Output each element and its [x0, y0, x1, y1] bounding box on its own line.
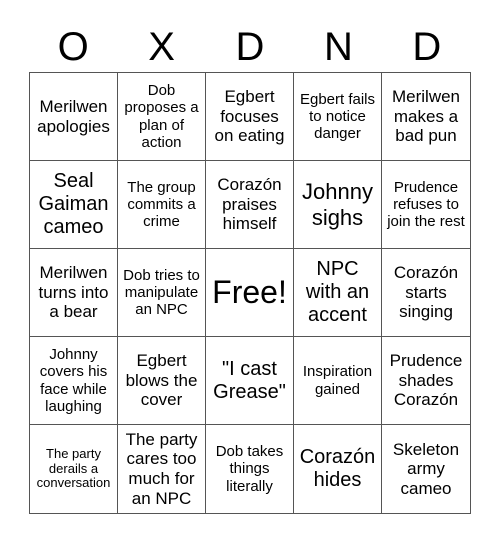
bingo-cell[interactable]: Merilwen turns into a bear — [30, 249, 118, 337]
bingo-board: Merilwen apologies Dob proposes a plan o… — [29, 72, 471, 514]
free-space-cell[interactable]: Free! — [206, 249, 294, 337]
bingo-cell[interactable]: Merilwen makes a bad pun — [382, 73, 470, 161]
bingo-cell[interactable]: The party cares too much for an NPC — [118, 425, 206, 513]
bingo-cell[interactable]: Seal Gaiman cameo — [30, 161, 118, 249]
bingo-header: O X D N D — [29, 22, 471, 72]
bingo-cell[interactable]: Corazón starts singing — [382, 249, 470, 337]
bingo-cell[interactable]: Corazón praises himself — [206, 161, 294, 249]
bingo-cell[interactable]: Egbert fails to notice danger — [294, 73, 382, 161]
bingo-cell[interactable]: NPC with an accent — [294, 249, 382, 337]
header-letter-x: X — [148, 25, 175, 69]
bingo-cell[interactable]: The group commits a crime — [118, 161, 206, 249]
bingo-cell[interactable]: Corazón hides — [294, 425, 382, 513]
bingo-cell[interactable]: Inspiration gained — [294, 337, 382, 425]
bingo-cell[interactable]: Dob takes things literally — [206, 425, 294, 513]
header-letter-d-2: D — [412, 25, 442, 69]
header-letter-o: O — [57, 25, 89, 69]
bingo-cell[interactable]: Prudence shades Corazón — [382, 337, 470, 425]
bingo-cell[interactable]: Dob proposes a plan of action — [118, 73, 206, 161]
header-letter-n: N — [323, 25, 353, 69]
bingo-cell[interactable]: The party derails a conversation — [30, 425, 118, 513]
bingo-cell[interactable]: Dob tries to manipulate an NPC — [118, 249, 206, 337]
bingo-cell[interactable]: Johnny sighs — [294, 161, 382, 249]
bingo-cell[interactable]: Prudence refuses to join the rest — [382, 161, 470, 249]
header-letter-d: D — [235, 25, 265, 69]
bingo-cell[interactable]: Merilwen apologies — [30, 73, 118, 161]
bingo-cell[interactable]: "I cast Grease" — [206, 337, 294, 425]
bingo-cell[interactable]: Johnny covers his face while laughing — [30, 337, 118, 425]
bingo-cell[interactable]: Skeleton army cameo — [382, 425, 470, 513]
bingo-cell[interactable]: Egbert focuses on eating — [206, 73, 294, 161]
bingo-cell[interactable]: Egbert blows the cover — [118, 337, 206, 425]
